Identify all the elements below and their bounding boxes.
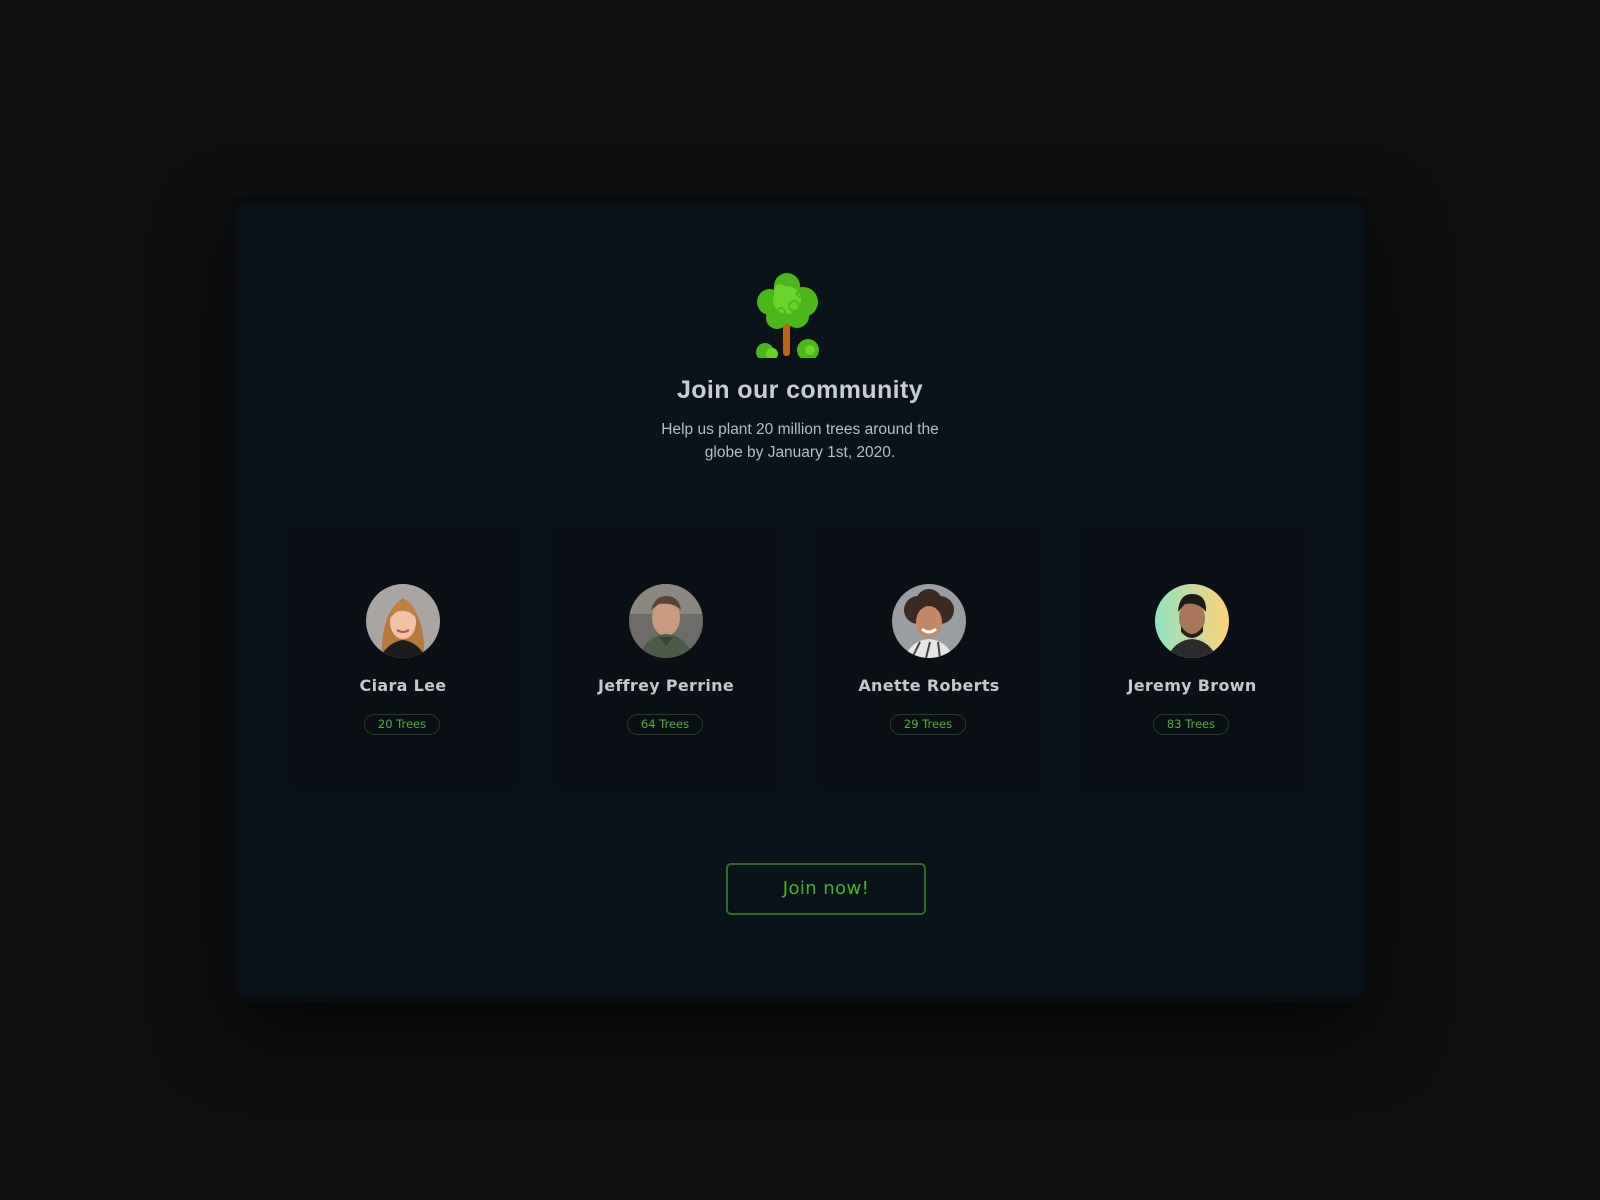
member-card: Anette Roberts 29 Trees	[817, 526, 1041, 788]
tree-count-badge: 20 Trees	[364, 714, 440, 735]
member-name: Jeremy Brown	[1127, 676, 1257, 695]
member-name: Ciara Lee	[359, 676, 447, 695]
community-panel: Join our community Help us plant 20 mill…	[237, 204, 1363, 995]
page-title: Join our community	[676, 376, 924, 404]
member-name: Anette Roberts	[858, 676, 1000, 695]
tree-count-badge: 83 Trees	[1153, 714, 1229, 735]
member-card: Jeffrey Perrine 64 Trees	[554, 526, 778, 788]
avatar	[366, 584, 440, 658]
avatar	[892, 584, 966, 658]
member-card: Jeremy Brown 83 Trees	[1080, 526, 1304, 788]
tree-icon	[756, 273, 819, 358]
tree-count-badge: 29 Trees	[890, 714, 966, 735]
member-card: Ciara Lee 20 Trees	[291, 526, 515, 788]
avatar	[1155, 584, 1229, 658]
tree-count-badge: 64 Trees	[627, 714, 703, 735]
avatar	[629, 584, 703, 658]
member-name: Jeffrey Perrine	[597, 676, 735, 695]
page-subtitle: Help us plant 20 million trees around th…	[661, 421, 939, 461]
join-now-button[interactable]: Join now!	[726, 863, 926, 915]
